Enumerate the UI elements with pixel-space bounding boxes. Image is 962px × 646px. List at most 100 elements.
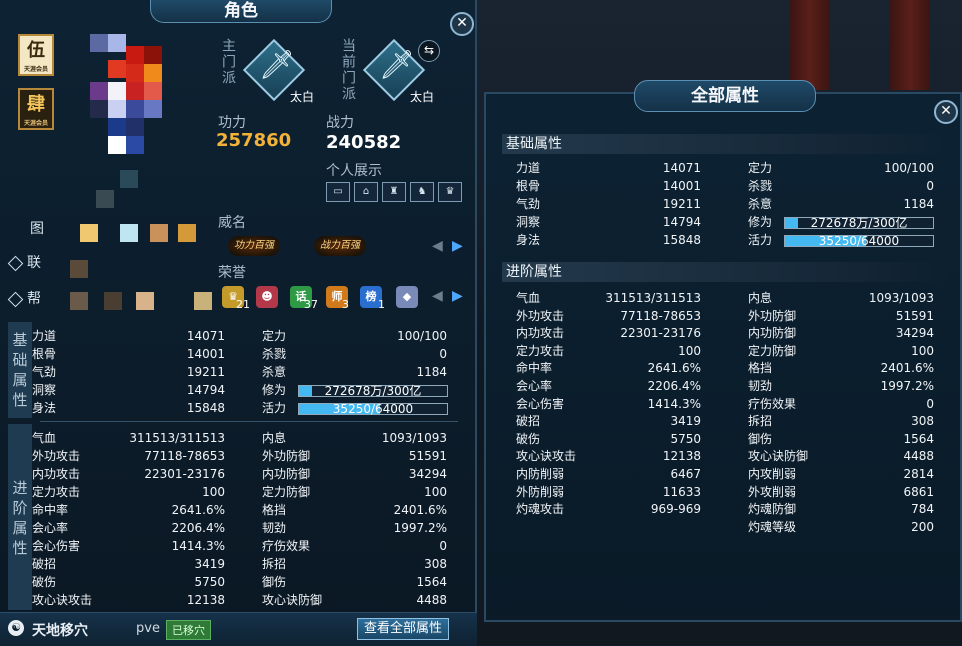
avatar-pixel (178, 224, 196, 242)
attribute-value: 1414.3% (171, 539, 225, 553)
avatar-pixel (108, 136, 126, 154)
attribute-bar-row: 活力 35250/64000 (262, 400, 448, 417)
attribute-name: 定力 (262, 329, 287, 343)
attribute-name: 气劲 (516, 197, 541, 211)
avatar-pixel (108, 60, 126, 78)
yinyang-icon: ☯ (8, 620, 24, 636)
swap-sect-icon[interactable]: ⇆ (418, 40, 440, 62)
weiming-label: 威名 (218, 215, 246, 231)
chevron-left-icon[interactable]: ◀ (432, 288, 443, 304)
attribute-value: 4488 (416, 593, 447, 607)
panel-title: 角色 (150, 0, 332, 23)
advanced-attributes-list: 气血 311513/311513 外功攻击 77118-78653 内功攻击 22301-… (32, 430, 460, 610)
avatar-pixel (144, 82, 162, 100)
attribute-name: 内功防御 (748, 326, 797, 341)
chevron-right-icon[interactable]: ▶ (452, 238, 463, 254)
avatar-pixel (108, 100, 126, 118)
honor-count: 37 (304, 298, 318, 311)
attribute-row: 气劲 19211 (32, 364, 225, 381)
attribute-value: 2641.6% (647, 361, 701, 376)
progress-bar: 272678万/300亿 (298, 384, 448, 398)
mount-icon[interactable]: ♞ (410, 182, 434, 202)
avatar-pixel (70, 260, 88, 278)
castle-icon[interactable]: ♜ (382, 182, 406, 202)
attribute-value: 77118-78653 (620, 308, 701, 323)
attribute-row: 韧劲 1997.2% (262, 520, 447, 537)
close-icon[interactable]: ✕ (934, 100, 958, 124)
main-sect-label: 主门派 (220, 38, 236, 86)
character-portrait: 伍 天涯会员 肆 天涯会员 (0, 30, 215, 320)
attribute-value: 969-969 (650, 502, 701, 517)
attribute-name: 外功防御 (748, 308, 797, 323)
current-sect-name: 太白 (410, 90, 435, 104)
member-badge-icon[interactable]: 肆 天涯会员 (18, 88, 54, 130)
avatar-pixel (90, 100, 108, 118)
view-all-attributes-button[interactable]: 查看全部属性 (357, 618, 449, 640)
attribute-value: 4488 (903, 449, 934, 464)
attribute-row: 根骨 14001 (516, 178, 701, 195)
close-icon[interactable]: ✕ (450, 12, 474, 36)
attribute-name: 杀戮 (748, 179, 773, 193)
chevron-left-icon[interactable]: ◀ (432, 238, 443, 254)
side-tab-alliance[interactable]: 联 (7, 252, 41, 272)
attribute-value: 100 (678, 343, 701, 358)
attribute-row: 外攻削弱 6861 (748, 484, 934, 501)
avatar-pixel (108, 82, 126, 100)
attribute-value: 51591 (895, 308, 934, 323)
badge-char: 伍 (27, 40, 45, 61)
attribute-name: 灼魂等级 (748, 519, 797, 534)
avatar-pixel (120, 170, 138, 188)
side-tab-map[interactable]: 图 (30, 218, 44, 238)
mask-icon[interactable]: ☻ (256, 286, 278, 308)
chevron-right-icon[interactable]: ▶ (452, 288, 463, 304)
attribute-row: 定力 100/100 (262, 328, 447, 345)
personal-show-label: 个人展示 (326, 163, 382, 179)
avatar-pixel (108, 34, 126, 52)
trophy-icon[interactable]: ♛ (438, 182, 462, 202)
attribute-row: 内功攻击 22301-23176 (32, 466, 225, 483)
main-sect-name: 太白 (290, 90, 315, 104)
basic-attributes-tab[interactable]: 基础属性 (8, 322, 32, 418)
attribute-value: 2814 (903, 467, 934, 481)
basic-attributes-list: 力道 14071 根骨 14001 气劲 19211 洞察 14794 身法 15848 定力 100… (516, 160, 934, 250)
attribute-name: 内息 (262, 431, 287, 445)
attribute-value: 100 (911, 343, 934, 358)
advanced-attributes-tab[interactable]: 进阶属性 (8, 424, 32, 610)
house-icon[interactable]: ⌂ (354, 182, 378, 202)
attribute-value: 0 (926, 396, 934, 411)
bottom-bar: ☯ 天地移穴 pve 已移穴 查看全部属性 (0, 612, 477, 646)
advanced-attributes-list: 气血 311513/311513 外功攻击 77118-78653 内功攻击 22301-… (516, 290, 934, 546)
attribute-row: 身法 15848 (516, 232, 701, 249)
title-gongli-top100[interactable]: 功力百强 (228, 236, 280, 256)
progress-bar: 272678万/300亿 (784, 216, 934, 230)
avatar-pixel (126, 64, 144, 82)
attribute-value: 14001 (662, 179, 701, 193)
attribute-value: 100 (424, 485, 447, 499)
attribute-row: 杀戮 0 (262, 346, 447, 363)
attribute-name: 活力 (748, 233, 773, 247)
attribute-value: 2206.4% (647, 379, 701, 393)
id-card-icon[interactable]: ▭ (326, 182, 350, 202)
attribute-row: 会心率 2206.4% (32, 520, 225, 537)
gem-icon[interactable]: ◆ (396, 286, 418, 308)
title-zhanli-top100[interactable]: 战力百强 (314, 236, 366, 256)
side-tab-guild[interactable]: 帮 (7, 288, 41, 308)
attribute-row: 外功攻击 77118-78653 (32, 448, 225, 465)
attribute-name: 命中率 (516, 361, 553, 376)
attribute-value: 2401.6% (880, 361, 934, 376)
avatar-pixel (90, 82, 108, 100)
attribute-row: 攻心诀攻击 12138 (32, 592, 225, 609)
attribute-name: 洞察 (32, 383, 57, 397)
attribute-row: 内功防御 34294 (262, 466, 447, 483)
badge-char: 肆 (27, 94, 45, 115)
vip-badge-icon[interactable]: 伍 天涯会员 (18, 34, 54, 76)
gongli-value: 257860 (216, 130, 292, 151)
attribute-value: 51591 (408, 449, 447, 463)
attribute-row: 灼魂防御 784 (748, 501, 934, 518)
attribute-row: 外功攻击 77118-78653 (516, 308, 701, 325)
attribute-value: 784 (911, 502, 934, 517)
attribute-value: 19211 (662, 197, 701, 211)
attribute-name: 会心伤害 (32, 539, 81, 553)
attribute-name: 会心率 (516, 379, 553, 393)
avatar-pixel (120, 224, 138, 242)
